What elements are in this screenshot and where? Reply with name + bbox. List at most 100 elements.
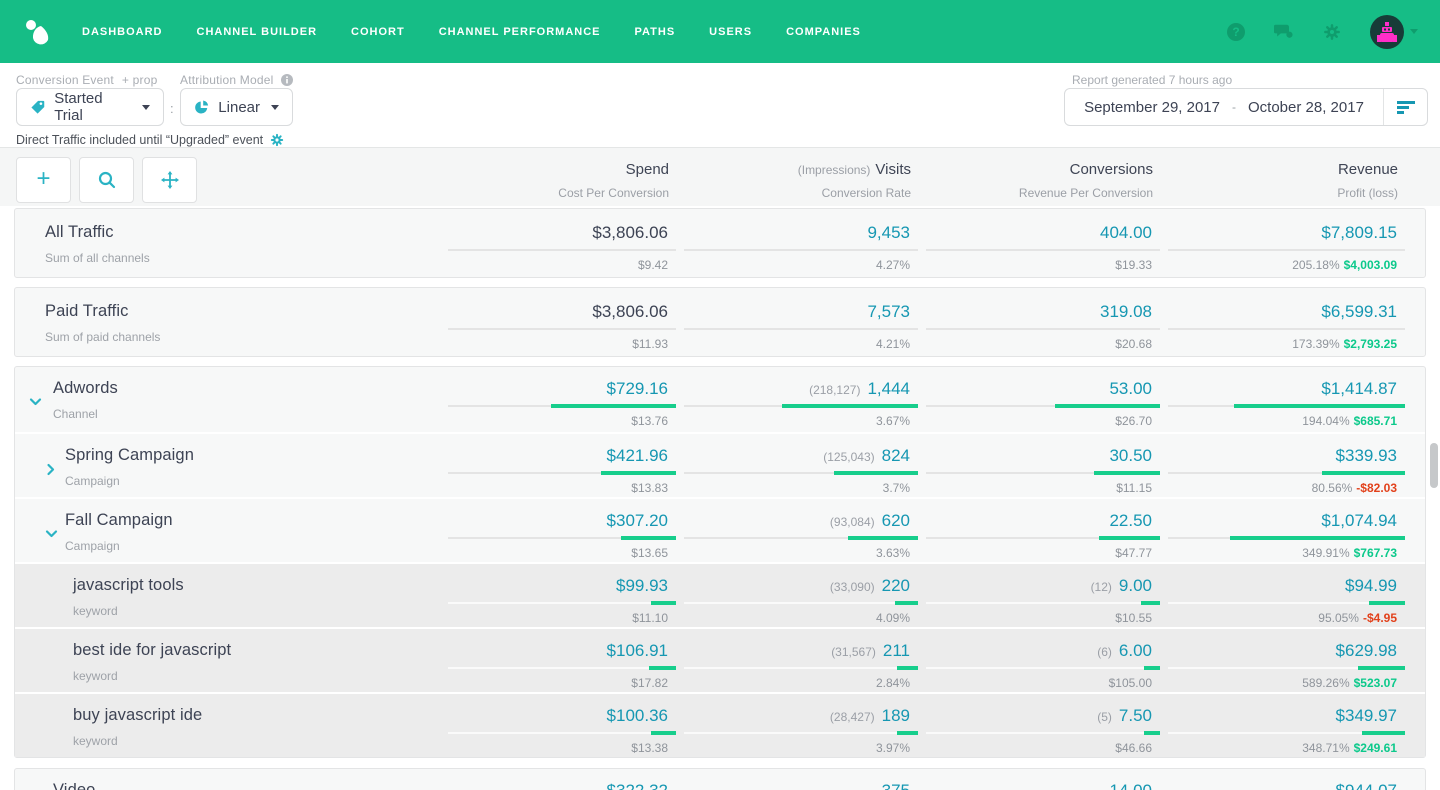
cell-sub-value: 4.21%: [876, 337, 910, 351]
table-row-best-ide-for-javascript[interactable]: best ide for javascriptkeyword$106.91$17…: [15, 627, 1425, 692]
date-filter-button[interactable]: [1383, 89, 1427, 125]
chat-icon[interactable]: [1274, 22, 1294, 42]
attribution-model-label: Attribution Model: [180, 73, 293, 87]
cell-divider: [1168, 471, 1405, 475]
column-header-top: Revenue: [1169, 161, 1398, 179]
cell-main-value: 1,444: [867, 379, 910, 399]
cell-conversions: 404.00$19.33: [926, 209, 1160, 277]
cell-profit-value: $685.71: [1354, 414, 1397, 428]
cell-main-value: 9.00: [1119, 576, 1152, 596]
column-header-label: Spend: [626, 161, 669, 178]
settings-icon[interactable]: [1322, 22, 1342, 42]
table-row-buy-javascript-ide[interactable]: buy javascript idekeyword$100.36$13.38(2…: [15, 692, 1425, 757]
avatar[interactable]: [1370, 15, 1404, 49]
column-header-conversions[interactable]: ConversionsRevenue Per Conversion: [927, 161, 1161, 200]
cell-main-value: $94.99: [1345, 576, 1397, 596]
column-header-label: Visits: [875, 161, 911, 178]
divider-line: [684, 328, 918, 330]
cell-visits: (218,127)1,4443.67%: [684, 367, 918, 432]
column-header-sublabel: Conversion Rate: [685, 186, 911, 200]
nav-item-dashboard[interactable]: DASHBOARD: [82, 26, 163, 38]
chevron-right-icon[interactable]: [45, 463, 58, 481]
scrollbar-thumb[interactable]: [1430, 443, 1438, 488]
cell-revenue: $1,074.94349.91%$767.73: [1168, 499, 1405, 562]
cell-divider: [926, 248, 1160, 252]
cell-value-line: $1,074.94: [1168, 511, 1405, 531]
progress-bar: [1369, 601, 1405, 605]
nav-item-channel-performance[interactable]: CHANNEL PERFORMANCE: [439, 26, 601, 38]
cell-main-value: 220: [882, 576, 910, 596]
date-range-picker[interactable]: September 29, 2017 - October 28, 2017: [1064, 88, 1428, 126]
cell-main-value: $307.20: [607, 511, 668, 531]
table-row-fall-campaign[interactable]: Fall CampaignCampaign$307.20$13.65(93,08…: [15, 497, 1425, 562]
move-button[interactable]: [142, 157, 197, 203]
chevron-down-icon[interactable]: [29, 396, 42, 414]
cell-main-value: $100.36: [607, 706, 668, 726]
chevron-down-icon[interactable]: [45, 528, 58, 546]
add-channel-button[interactable]: +: [16, 157, 71, 203]
cell-profit-value: $2,793.25: [1344, 337, 1397, 351]
cell-conversions: 319.08 $20.68: [926, 288, 1160, 356]
column-header-revenue[interactable]: RevenueProfit (loss): [1169, 161, 1406, 200]
cell-sub-value: $20.68: [1115, 337, 1152, 351]
divider-line: [684, 602, 918, 604]
attribution-model-value: Linear: [218, 99, 260, 116]
cell-main-value: $7,809.15: [1321, 223, 1397, 243]
column-header-visits[interactable]: (Impressions)VisitsConversion Rate: [685, 161, 919, 200]
row-subtitle: Channel: [53, 407, 440, 421]
cell-main-value: 53.00: [1109, 379, 1152, 399]
gear-icon[interactable]: [270, 133, 284, 147]
cell-main-value: $99.93: [616, 576, 668, 596]
cell-conversions: (12)9.00$10.55: [926, 564, 1160, 627]
cell-value-line: $3,806.06: [448, 302, 676, 322]
table-row-javascript-tools[interactable]: javascript toolskeyword$99.93$11.10(33,0…: [15, 562, 1425, 627]
nav-item-users[interactable]: USERS: [709, 26, 752, 38]
info-icon[interactable]: [281, 74, 293, 86]
cell-conversions: 22.50$47.77: [926, 499, 1160, 562]
add-prop-link[interactable]: + prop: [122, 73, 158, 87]
table-row-all-traffic[interactable]: All TrafficSum of all channels$3,806.06$…: [15, 209, 1425, 277]
cell-sub-value: 3.67%: [876, 414, 910, 428]
cell-value-line: 319.08: [926, 302, 1160, 322]
progress-bar: [1094, 471, 1160, 475]
table-row-video[interactable]: Video$322.3237514.00$944.07: [15, 769, 1425, 790]
cell-profit-value: -$4.95: [1363, 611, 1397, 625]
cell-sub-line: $26.70: [926, 414, 1160, 428]
attribution-model-dropdown[interactable]: Linear: [180, 88, 293, 126]
column-header-label: Conversions: [1070, 161, 1153, 178]
table-row-adwords[interactable]: AdwordsChannel$729.16$13.76(218,127)1,44…: [15, 367, 1425, 432]
search-button[interactable]: [79, 157, 134, 203]
nav-item-companies[interactable]: COMPANIES: [786, 26, 861, 38]
nav-item-channel-builder[interactable]: CHANNEL BUILDER: [197, 26, 318, 38]
cell-sub-value: 205.18%: [1292, 258, 1339, 272]
divider-line: [1168, 328, 1405, 330]
conversion-event-dropdown[interactable]: Started Trial: [16, 88, 164, 126]
cell-revenue: $6,599.31173.39%$2,793.25: [1168, 288, 1405, 356]
cell-divider: [684, 536, 918, 540]
cell-main-value: 211: [883, 641, 910, 661]
table-row-paid-traffic[interactable]: Paid TrafficSum of paid channels$3,806.0…: [15, 288, 1425, 356]
row-subtitle: keyword: [73, 604, 440, 618]
filter-lines-icon: [1396, 99, 1416, 115]
cell-value-line: $7,809.15: [1168, 223, 1405, 243]
column-header-spend[interactable]: SpendCost Per Conversion: [449, 161, 677, 200]
date-end: October 28, 2017: [1248, 99, 1364, 116]
nav-item-cohort[interactable]: COHORT: [351, 26, 405, 38]
app-logo-icon[interactable]: [22, 17, 52, 47]
cell-visits: (125,043)8243.7%: [684, 434, 918, 497]
divider-line: [684, 249, 918, 251]
help-icon[interactable]: ?: [1226, 22, 1246, 42]
cell-value-line: 30.50: [926, 446, 1160, 466]
row-name-cell: All TrafficSum of all channels: [15, 209, 440, 277]
cell-main-value: 30.50: [1109, 446, 1152, 466]
cell-value-line: $944.07: [1168, 781, 1405, 790]
nav-item-paths[interactable]: PATHS: [635, 26, 676, 38]
cell-sub-line: 4.09%: [684, 611, 918, 625]
table-row-spring-campaign[interactable]: Spring CampaignCampaign$421.96$13.83(125…: [15, 432, 1425, 497]
cell-sub-value: 95.05%: [1318, 611, 1359, 625]
cell-sub-line: 205.18%$4,003.09: [1168, 258, 1405, 272]
cell-divider: [926, 601, 1160, 605]
user-menu[interactable]: [1370, 15, 1418, 49]
cell-sub-value: $46.66: [1115, 741, 1152, 755]
cell-main-value: $3,806.06: [592, 302, 668, 322]
